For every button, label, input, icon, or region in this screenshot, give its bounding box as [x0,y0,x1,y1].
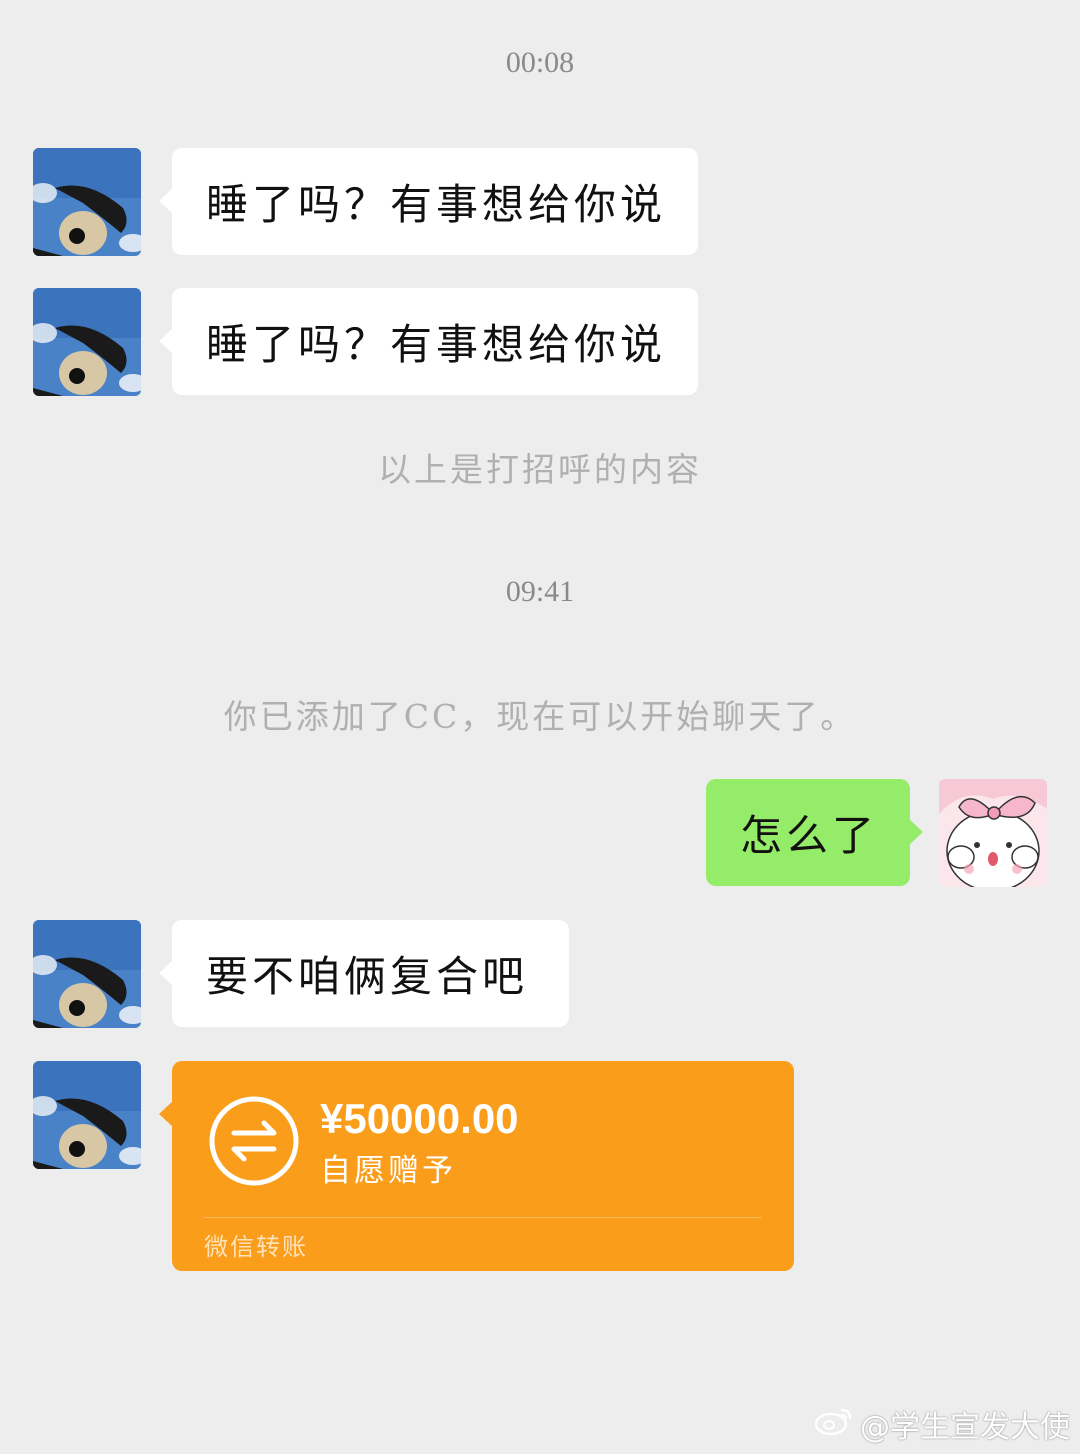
watermark-text: @学生宣发大使 [860,1410,1070,1445]
contact-avatar[interactable] [33,148,141,256]
transfer-arrows-icon [208,1095,300,1187]
system-notice: 以上是打招呼的内容 [378,450,702,489]
incoming-message[interactable]: 要不咱俩复合吧 [159,920,569,1027]
incoming-message[interactable]: 睡了吗？有事想给你说 [159,288,698,395]
transfer-divider [204,1217,762,1218]
transfer-label: 微信转账 [204,1233,308,1261]
contact-avatar[interactable] [33,920,141,1028]
timestamp: 09:41 [505,575,575,608]
contact-avatar[interactable] [33,288,141,396]
transfer-amount: ¥50000.00 [320,1095,519,1142]
my-avatar[interactable] [939,779,1047,887]
incoming-message[interactable]: 睡了吗？有事想给你说 [159,148,698,255]
outgoing-message[interactable]: 怎么了 [706,779,923,886]
contact-avatar[interactable] [33,1061,141,1169]
timestamp: 00:08 [505,46,575,79]
watermark: @学生宣发大使 [814,1402,1070,1446]
weibo-logo-icon [814,1404,854,1444]
transfer-note: 自愿赠予 [320,1153,456,1189]
system-notice: 你已添加了CC，现在可以开始聊天了。 [223,697,857,736]
transfer-card[interactable]: ¥50000.00 自愿赠予 微信转账 [159,1061,794,1271]
